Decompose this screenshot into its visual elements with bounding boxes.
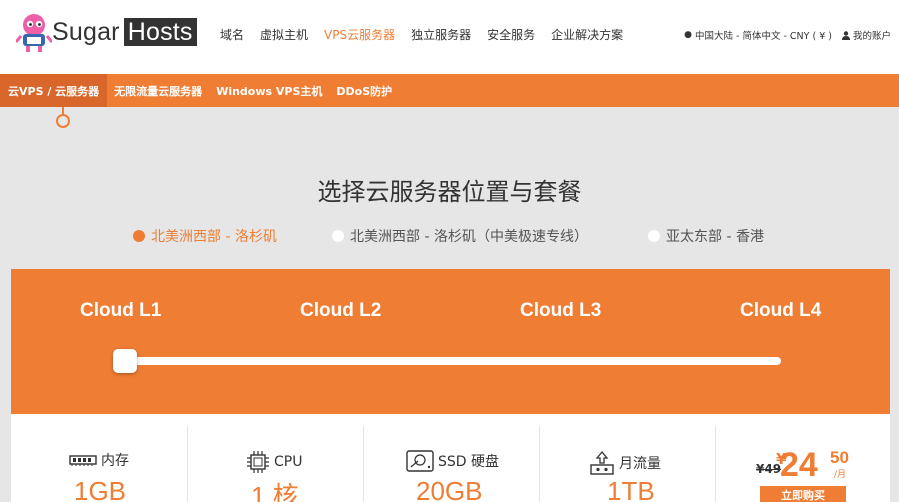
subnav-item-cloud-vps[interactable]: 云VPS / 云服务器 — [0, 74, 108, 107]
spec-traffic: 月流量 — [589, 450, 661, 476]
spec-label: 月流量 — [619, 456, 661, 472]
spec-value-ssd: 20GB — [416, 476, 483, 502]
spec-label: CPU — [274, 454, 303, 470]
brand-hosts: Hosts — [123, 18, 197, 46]
nav-item-vps[interactable]: VPS云服务器 — [324, 26, 395, 43]
plan-slider-handle[interactable] — [113, 349, 137, 373]
plan-option-l1[interactable]: Cloud L1 — [80, 300, 161, 322]
utility-bar: ● 中国大陆 - 简体中文 - CNY ( ¥ ) 我的账户 — [684, 28, 891, 42]
region-option-la[interactable]: 北美洲西部 - 洛杉矶 — [133, 226, 277, 246]
spec-ssd: SSD 硬盘 — [406, 450, 499, 472]
subnav-item-unlimited[interactable]: 无限流量云服务器 — [107, 74, 209, 107]
spec-value-cpu: 1 核 — [251, 481, 299, 502]
plan-slider-track[interactable] — [123, 357, 781, 365]
spec-value-memory: 1GB — [74, 476, 127, 502]
plan-option-l2[interactable]: Cloud L2 — [300, 300, 381, 322]
nav-item-enterprise[interactable]: 企业解决方案 — [551, 26, 623, 43]
ssd-icon — [406, 450, 434, 472]
subnav-item-windows-vps[interactable]: Windows VPS主机 — [209, 74, 329, 107]
spec-divider — [363, 426, 364, 502]
price-integer: 24 — [780, 446, 818, 484]
user-icon — [841, 30, 850, 40]
brand-wordmark: Sugar Hosts — [50, 18, 197, 46]
nav-item-dedicated[interactable]: 独立服务器 — [411, 26, 471, 43]
nav-item-domains[interactable]: 域名 — [220, 26, 244, 43]
site-header: Sugar Hosts 域名 虚拟主机 VPS云服务器 独立服务器 安全服务 企… — [0, 0, 899, 74]
spec-value-traffic: 1TB — [607, 476, 655, 502]
active-indicator-ring — [56, 114, 70, 128]
radio-dot-icon — [332, 230, 344, 242]
globe-icon: ● — [684, 30, 692, 40]
account-link[interactable]: 我的账户 — [853, 28, 891, 42]
cpu-icon — [247, 451, 269, 473]
region-label: 北美洲西部 - 洛杉矶 — [151, 229, 277, 245]
mascot-icon — [16, 14, 52, 52]
specs-bar: 内存 1GB CPU 1 核 SSD 硬盘 20GB 月流量 1TB ¥49 ¥ — [11, 414, 890, 502]
price-decimal: 50 — [830, 448, 849, 467]
spec-memory: 内存 — [69, 450, 129, 470]
locale-selector[interactable]: 中国大陆 - 简体中文 - CNY ( ¥ ) — [695, 28, 832, 42]
brand-logo[interactable]: Sugar Hosts — [16, 12, 197, 52]
nav-item-security[interactable]: 安全服务 — [487, 26, 535, 43]
spec-divider — [715, 426, 716, 502]
region-label: 北美洲西部 - 洛杉矶（中美极速专线） — [350, 229, 588, 245]
buy-now-button[interactable]: 立即购买 — [760, 486, 846, 502]
spec-label: SSD 硬盘 — [438, 454, 500, 470]
region-option-la-cn2[interactable]: 北美洲西部 - 洛杉矶（中美极速专线） — [332, 226, 588, 246]
memory-icon — [69, 455, 97, 466]
main-nav: 域名 虚拟主机 VPS云服务器 独立服务器 安全服务 企业解决方案 — [220, 26, 639, 43]
price-period: /月 — [834, 470, 847, 480]
price-block: ¥49 ¥ 24 50 /月 立即购买 — [756, 442, 890, 502]
spec-cpu: CPU — [246, 450, 302, 474]
plan-panel: Cloud L1 Cloud L2 Cloud L3 Cloud L4 — [11, 269, 890, 414]
spec-label: 内存 — [101, 453, 129, 469]
region-option-hk[interactable]: 亚太东部 - 香港 — [648, 226, 764, 246]
sub-nav: 云VPS / 云服务器 无限流量云服务器 Windows VPS主机 DDoS防… — [0, 74, 899, 107]
region-label: 亚太东部 - 香港 — [666, 229, 764, 245]
traffic-icon — [590, 450, 614, 475]
radio-dot-icon — [648, 230, 660, 242]
nav-item-hosting[interactable]: 虚拟主机 — [260, 26, 308, 43]
subnav-item-ddos[interactable]: DDoS防护 — [329, 74, 399, 107]
spec-divider — [539, 426, 540, 502]
page-title: 选择云服务器位置与套餐 — [317, 178, 582, 206]
spec-divider — [187, 426, 188, 502]
radio-dot-icon — [133, 230, 145, 242]
plan-option-l4[interactable]: Cloud L4 — [740, 300, 821, 322]
plan-option-l3[interactable]: Cloud L3 — [520, 300, 601, 322]
brand-sugar: Sugar — [52, 17, 120, 46]
